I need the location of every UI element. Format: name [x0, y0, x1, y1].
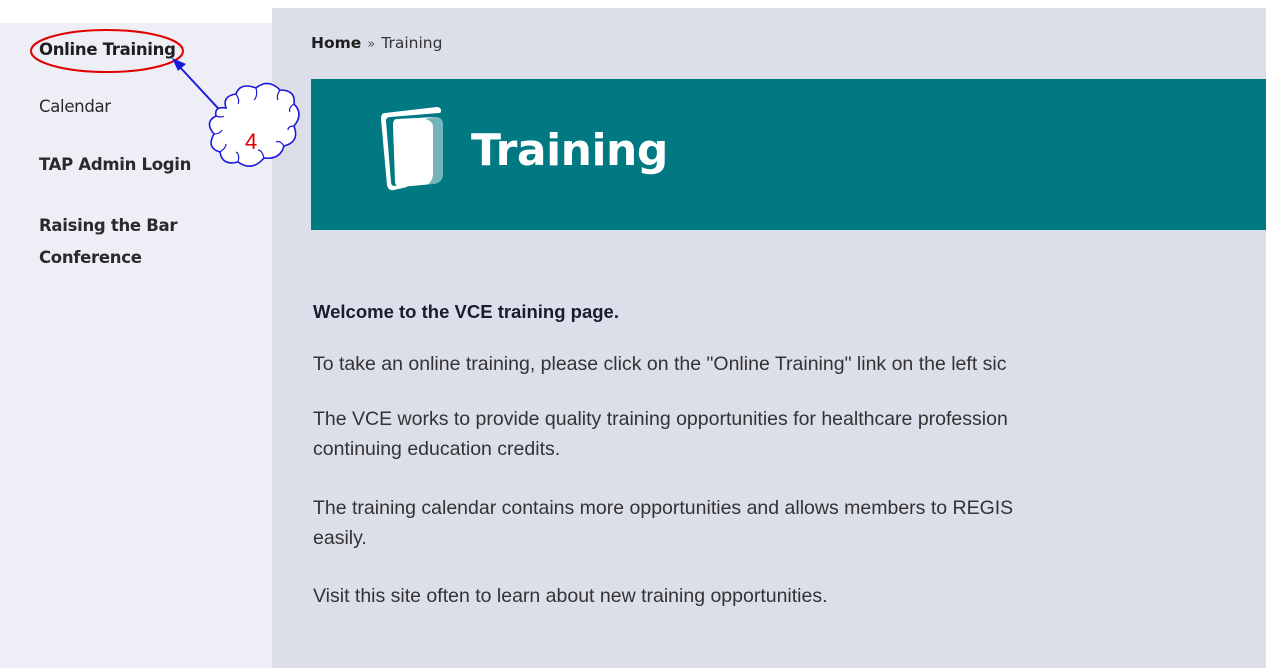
page: Online Training Calendar TAP Admin Login… [0, 0, 1266, 668]
sidebar-item-online-training[interactable]: Online Training [39, 40, 176, 59]
breadcrumb-current: Training [381, 34, 443, 52]
training-logo-icon [381, 107, 443, 191]
visit-paragraph: Visit this site often to learn about new… [313, 585, 828, 607]
breadcrumb-separator: » [367, 37, 376, 52]
top-strip [0, 0, 1266, 8]
page-banner: Training [311, 79, 1266, 230]
calendar-paragraph-line2: easily. [313, 527, 367, 549]
sidebar: Online Training Calendar TAP Admin Login… [0, 23, 272, 668]
welcome-heading: Welcome to the VCE training page. [313, 301, 619, 322]
breadcrumb-home-link[interactable]: Home [311, 34, 361, 52]
breadcrumb: Home » Training [311, 34, 442, 52]
banner-title: Training [471, 125, 668, 176]
sidebar-item-tap-admin-login[interactable]: TAP Admin Login [39, 155, 191, 174]
sidebar-item-calendar[interactable]: Calendar [39, 97, 111, 116]
annotation-step-number: 4 [245, 129, 258, 154]
calendar-paragraph-line1: The training calendar contains more oppo… [313, 497, 1014, 519]
intro-paragraph: To take an online training, please click… [313, 353, 1007, 375]
description-paragraph-line1: The VCE works to provide quality trainin… [313, 408, 1008, 430]
description-paragraph-line2: continuing education credits. [313, 438, 561, 460]
sidebar-item-raising-the-bar-conference[interactable]: Raising the Bar Conference [39, 210, 239, 274]
main-content: Home » Training Training Welcome to the VC… [272, 8, 1266, 668]
